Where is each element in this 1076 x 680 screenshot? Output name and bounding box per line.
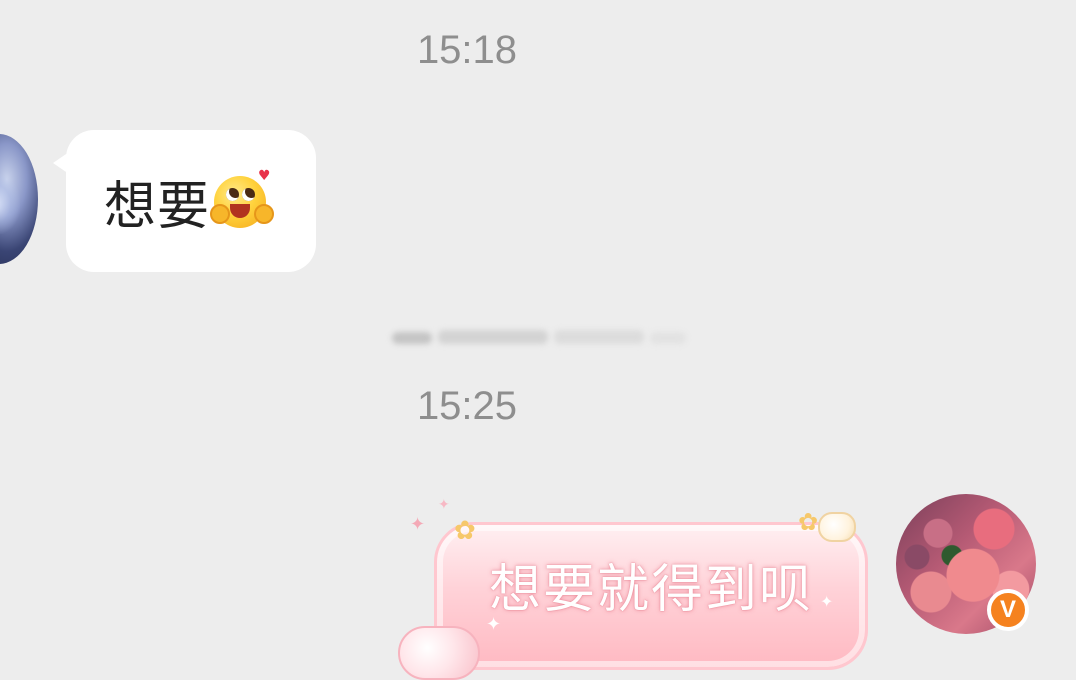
incoming-message-bubble[interactable]: 想要 ♥ [53, 130, 316, 272]
verified-badge-icon: V [987, 589, 1029, 631]
bubble-decoration-cloud-icon [818, 512, 856, 542]
timestamp: 15:18 [416, 28, 518, 72]
contact-avatar[interactable] [0, 134, 38, 264]
incoming-message-text: 想要 [104, 176, 211, 237]
bubble-decoration-sparkle-icon: ✦ [486, 614, 502, 635]
blurred-system-notice [392, 324, 688, 350]
timestamp: 15:25 [416, 384, 518, 428]
bubble-decoration-diamond-icon: ✦ [438, 497, 450, 513]
outgoing-message-bubble[interactable]: 想要就得到呗 [434, 522, 868, 670]
bubble-decoration-sparkle-icon: ✦ [820, 592, 834, 611]
outgoing-message[interactable]: 想要就得到呗 ✦ ✦ ✿ ✿ ✦ ✦ [398, 497, 878, 680]
bubble-decoration-cloud-icon [398, 626, 480, 680]
outgoing-message-text: 想要就得到呗 [488, 559, 813, 620]
bubble-decoration-flower-icon: ✿ [454, 516, 476, 546]
bubble-decoration-diamond-icon: ✦ [410, 514, 426, 535]
bubble-decoration-flower-icon: ✿ [798, 508, 819, 536]
hugging-face-emoji-icon: ♥ [210, 168, 275, 228]
